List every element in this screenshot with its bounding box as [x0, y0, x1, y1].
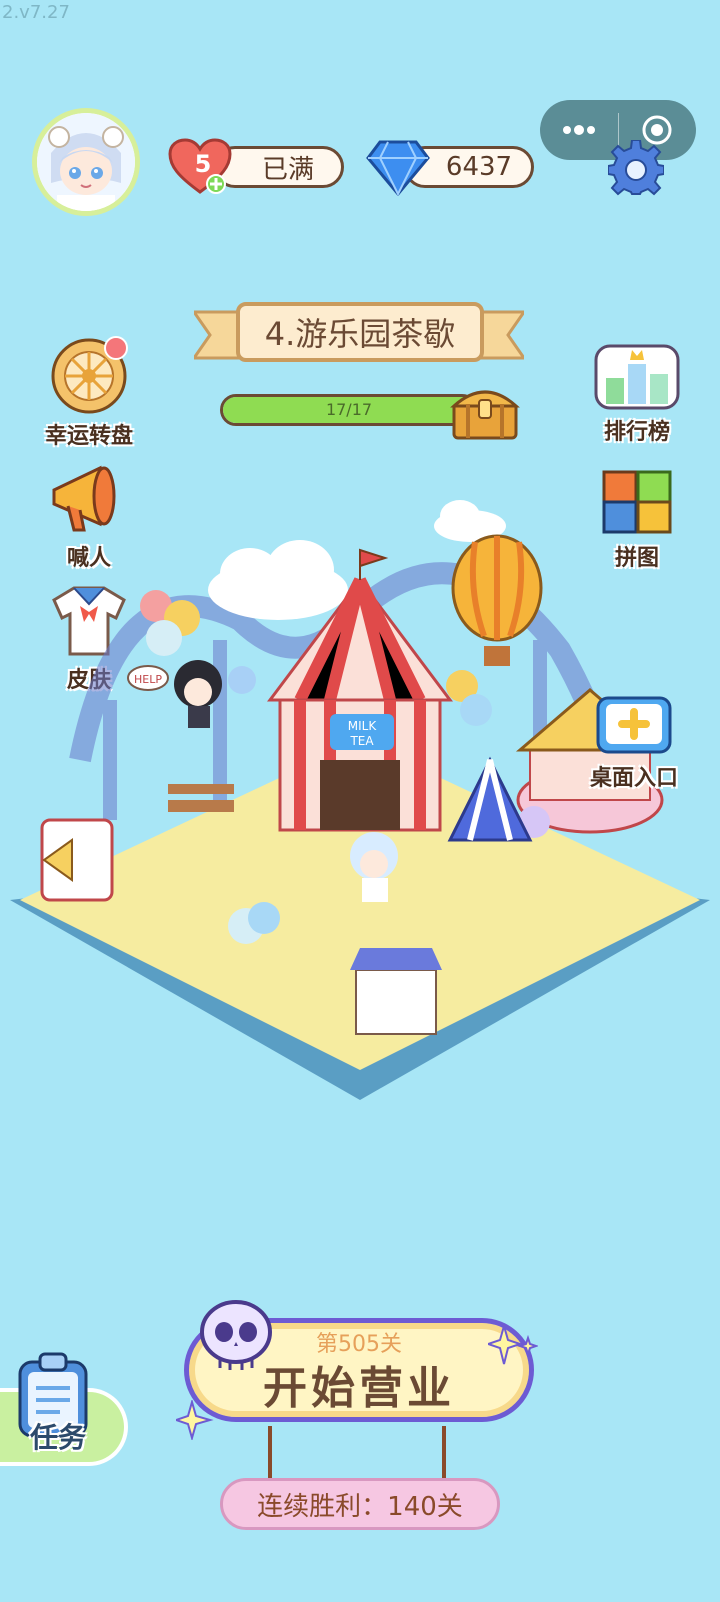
skull-icon — [200, 1300, 272, 1370]
desktop-entry-button[interactable]: 桌面入口 — [584, 694, 684, 792]
add-to-desktop-icon — [596, 696, 672, 754]
hearts-status-text: 已满 — [261, 154, 314, 185]
lucky-wheel-button[interactable]: 幸运转盘 — [34, 336, 144, 450]
sign-rope-left — [268, 1426, 272, 1482]
player-avatar[interactable] — [32, 108, 140, 216]
heart-count: 5 — [194, 150, 212, 178]
food-stall — [350, 948, 442, 1035]
task-label: 任务 — [29, 1421, 86, 1454]
amusement-park-scene: MILK TEA HELP — [10, 500, 710, 1100]
sparkle-icon — [488, 1324, 538, 1365]
gem-count: 6437 — [445, 152, 513, 182]
hot-air-balloon — [451, 534, 543, 666]
win-streak-badge: 连续胜利：140关 — [220, 1478, 500, 1530]
avatar-portrait — [37, 113, 135, 211]
sparkle-left-icon — [176, 1400, 214, 1440]
help-bubble: HELP — [127, 665, 169, 691]
help-text: HELP — [134, 673, 162, 686]
more-menu-button[interactable] — [540, 100, 618, 160]
sign-rope-right — [442, 1426, 446, 1482]
treasure-chest-icon[interactable] — [450, 378, 520, 442]
progress-text: 17/17 — [325, 400, 373, 419]
level-title: 4.游乐园茶歇 — [236, 302, 484, 362]
lucky-wheel-label: 幸运转盘 — [44, 424, 133, 449]
shop-sign-line-2: TEA — [349, 734, 374, 748]
leaderboard-button[interactable]: 排行榜 — [582, 342, 692, 446]
gear-icon[interactable] — [608, 140, 664, 196]
wheel-icon — [51, 336, 128, 414]
desktop-entry-label: 桌面入口 — [589, 766, 678, 791]
version-label: 2.v7.27 — [2, 2, 70, 23]
podium-icon — [594, 344, 680, 410]
candy-machine — [40, 818, 114, 902]
leaderboard-label: 排行榜 — [603, 420, 670, 445]
hearts-status-pill: 已满 — [214, 146, 344, 188]
diamond-icon — [366, 140, 430, 196]
more-dots-icon — [562, 125, 595, 135]
shop-sign-line-1: MILK — [348, 719, 378, 733]
